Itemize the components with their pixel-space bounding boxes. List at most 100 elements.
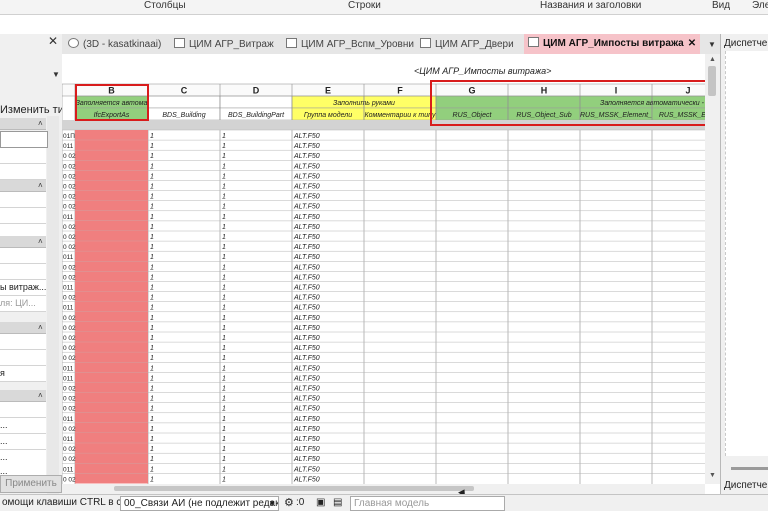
- row-id-cell[interactable]: 0 02: [63, 456, 76, 463]
- table-cell[interactable]: ALT.F50: [293, 476, 320, 483]
- table-cell[interactable]: 1: [222, 224, 226, 231]
- property-row[interactable]: [0, 148, 46, 164]
- tab-3d-view[interactable]: (3D - kasatkinaai): [68, 37, 161, 53]
- row-id-cell[interactable]: 0 02: [63, 274, 76, 281]
- row-id-cell[interactable]: 0 02: [63, 386, 76, 393]
- row-id-cell[interactable]: 0 02: [63, 153, 76, 160]
- type-selector-chevron-icon[interactable]: ▼: [52, 70, 60, 79]
- table-cell[interactable]: 1: [222, 244, 226, 251]
- table-cell[interactable]: 1: [222, 133, 226, 140]
- table-cell[interactable]: 1: [150, 264, 154, 271]
- table-cell[interactable]: 1: [222, 214, 226, 221]
- table-cell[interactable]: ALT.F50: [293, 204, 320, 211]
- table-cell[interactable]: ALT.F50: [293, 305, 320, 312]
- table-cell[interactable]: [75, 352, 148, 363]
- table-cell[interactable]: [75, 443, 148, 454]
- table-cell[interactable]: ALT.F50: [293, 224, 320, 231]
- table-cell[interactable]: 1: [150, 416, 154, 423]
- table-cell[interactable]: 1: [150, 305, 154, 312]
- table-cell[interactable]: 1: [222, 285, 226, 292]
- table-cell[interactable]: 1: [150, 466, 154, 473]
- scroll-down-icon[interactable]: ▼: [709, 472, 716, 479]
- table-cell[interactable]: ALT.F50: [293, 295, 320, 302]
- table-cell[interactable]: 1: [222, 143, 226, 150]
- table-cell[interactable]: [75, 473, 148, 484]
- group-header-cell[interactable]: [219, 95, 293, 109]
- table-cell[interactable]: [75, 200, 148, 211]
- table-cell[interactable]: ALT.F50: [293, 285, 320, 292]
- table-cell[interactable]: 1: [222, 345, 226, 352]
- table-cell[interactable]: 1: [222, 406, 226, 413]
- table-cell[interactable]: 1: [150, 194, 154, 201]
- property-row[interactable]: [0, 208, 46, 224]
- edit-type-button[interactable]: Изменить тип: [0, 104, 62, 116]
- table-cell[interactable]: [75, 362, 148, 373]
- table-cell[interactable]: 1: [150, 446, 154, 453]
- row-id-cell[interactable]: 0 02: [63, 234, 76, 241]
- table-cell[interactable]: [75, 140, 148, 151]
- table-cell[interactable]: [75, 463, 148, 474]
- row-id-cell[interactable]: 011: [63, 143, 74, 150]
- table-cell[interactable]: 1: [222, 234, 226, 241]
- table-cell[interactable]: 1: [222, 396, 226, 403]
- table-cell[interactable]: 1: [222, 254, 226, 261]
- table-cell[interactable]: ALT.F50: [293, 254, 320, 261]
- table-cell[interactable]: 1: [150, 244, 154, 251]
- table-cell[interactable]: 1: [222, 365, 226, 372]
- table-cell[interactable]: 1: [150, 436, 154, 443]
- row-id-cell[interactable]: 0 02: [63, 426, 76, 433]
- apply-button[interactable]: Применить: [0, 475, 62, 493]
- table-cell[interactable]: [75, 160, 148, 171]
- table-cell[interactable]: ALT.F50: [293, 184, 320, 191]
- table-cell[interactable]: [75, 291, 148, 302]
- table-cell[interactable]: 1: [150, 224, 154, 231]
- table-cell[interactable]: ALT.F50: [293, 143, 320, 150]
- row-id-cell[interactable]: 0 02: [63, 446, 76, 453]
- table-cell[interactable]: ALT.F50: [293, 244, 320, 251]
- active-design-option-select[interactable]: Главная модель: [350, 496, 505, 511]
- row-id-cell[interactable]: 0 02: [63, 184, 76, 191]
- table-cell[interactable]: ALT.F50: [293, 416, 320, 423]
- table-cell[interactable]: 1: [222, 315, 226, 322]
- table-cell[interactable]: 1: [150, 274, 154, 281]
- property-row[interactable]: [0, 164, 46, 180]
- table-cell[interactable]: 1: [222, 194, 226, 201]
- column-letter[interactable]: E: [325, 86, 331, 96]
- table-cell[interactable]: ALT.F50: [293, 194, 320, 201]
- table-cell[interactable]: 1: [150, 345, 154, 352]
- table-cell[interactable]: 1: [150, 153, 154, 160]
- design-options-icon-2[interactable]: ▤: [333, 495, 342, 511]
- table-cell[interactable]: ALT.F50: [293, 375, 320, 382]
- table-cell[interactable]: 1: [222, 325, 226, 332]
- table-cell[interactable]: 1: [222, 153, 226, 160]
- row-id-cell[interactable]: 0 02: [63, 173, 76, 180]
- table-cell[interactable]: ALT.F50: [293, 163, 320, 170]
- table-cell[interactable]: 1: [150, 386, 154, 393]
- table-cell[interactable]: 1: [150, 315, 154, 322]
- table-cell[interactable]: 1: [222, 446, 226, 453]
- table-cell[interactable]: ALT.F50: [293, 274, 320, 281]
- table-cell[interactable]: ALT.F50: [293, 325, 320, 332]
- column-letter[interactable]: D: [253, 86, 260, 96]
- tab-schedule-mullions[interactable]: ЦИМ АГР_Импосты витража ✕: [524, 34, 701, 54]
- ribbon-rows[interactable]: Строки: [348, 0, 381, 12]
- table-cell[interactable]: [75, 412, 148, 423]
- property-row[interactable]: [0, 192, 46, 208]
- table-cell[interactable]: 1: [222, 436, 226, 443]
- table-cell[interactable]: 1: [150, 355, 154, 362]
- row-id-cell[interactable]: 0 02: [63, 406, 76, 413]
- column-letter[interactable]: C: [181, 86, 188, 96]
- scrollbar-thumb[interactable]: [114, 486, 474, 491]
- row-id-cell[interactable]: 0 02: [63, 204, 76, 211]
- property-row[interactable]: ля: ЦИ...: [0, 296, 46, 312]
- property-row[interactable]: [0, 350, 46, 366]
- row-id-cell[interactable]: 0 02: [63, 335, 76, 342]
- property-row[interactable]: ...: [0, 434, 46, 450]
- property-row[interactable]: [0, 402, 46, 418]
- table-cell[interactable]: 1: [150, 254, 154, 261]
- table-cell[interactable]: 1: [150, 375, 154, 382]
- table-cell[interactable]: [75, 332, 148, 343]
- table-cell[interactable]: 1: [222, 163, 226, 170]
- schedule-vertical-scrollbar[interactable]: ▲ ▼: [705, 54, 720, 484]
- table-cell[interactable]: 1: [150, 143, 154, 150]
